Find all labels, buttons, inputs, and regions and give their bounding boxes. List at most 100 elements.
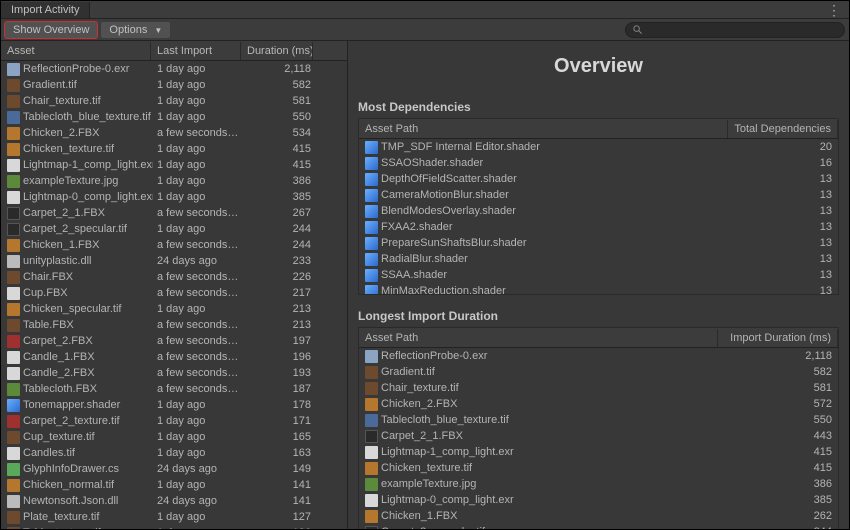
asset-name: ReflectionProbe-0.exr [23, 63, 129, 75]
asset-list-headers: Asset Last Import Duration (ms) [1, 41, 347, 61]
asset-name: Chicken_texture.tif [23, 143, 114, 155]
asset-name: Chicken_specular.tif [23, 303, 121, 315]
table-row[interactable]: Chicken_texture.tif1 day ago415 [1, 141, 347, 157]
duration: 193 [243, 366, 315, 380]
col-import-duration[interactable]: Import Duration (ms) [718, 329, 838, 347]
duration: 572 [730, 397, 838, 411]
asset-name: Chicken_1.FBX [23, 239, 99, 251]
asset-name: Cup_texture.tif [23, 431, 95, 443]
asset-icon [7, 447, 20, 460]
dep-count: 16 [740, 156, 838, 170]
table-row[interactable]: FXAA2.shader13 [359, 219, 838, 235]
asset-icon [365, 414, 378, 427]
dep-count: 13 [740, 284, 838, 294]
table-row[interactable]: Lightmap-0_comp_light.exr1 day ago385 [1, 189, 347, 205]
search-box[interactable] [625, 22, 845, 38]
asset-name: Table.FBX [23, 319, 74, 331]
table-row[interactable]: Chicken_normal.tif1 day ago141 [1, 477, 347, 493]
asset-icon [365, 462, 378, 475]
table-row[interactable]: CameraMotionBlur.shader13 [359, 187, 838, 203]
table-row[interactable]: ReflectionProbe-0.exr1 day ago2,118 [1, 61, 347, 77]
asset-icon [7, 63, 20, 76]
table-row[interactable]: Carpet_2_specular.tif244 [359, 524, 838, 529]
col-duration[interactable]: Duration (ms) [241, 42, 313, 60]
table-row[interactable]: Lightmap-0_comp_light.exr385 [359, 492, 838, 508]
asset-name: Tonemapper.shader [23, 399, 120, 411]
asset-icon [7, 319, 20, 332]
asset-name: Candles.tif [23, 447, 75, 459]
table-row[interactable]: Chicken_2.FBXa few seconds ago534 [1, 125, 347, 141]
table-row[interactable]: Carpet_2_1.FBXa few seconds ago267 [1, 205, 347, 221]
table-row[interactable]: Tablecloth.FBXa few seconds ago187 [1, 381, 347, 397]
show-overview-button[interactable]: Show Overview [5, 22, 97, 38]
table-row[interactable]: ReflectionProbe-0.exr2,118 [359, 348, 838, 364]
asset-name: FXAA2.shader [381, 221, 453, 233]
asset-name: Cup.FBX [23, 287, 68, 299]
duration: 415 [730, 461, 838, 475]
table-row[interactable]: exampleTexture.jpg1 day ago386 [1, 173, 347, 189]
last-import: 24 days ago [153, 254, 243, 268]
duration: 126 [243, 526, 315, 529]
table-row[interactable]: Candle_1.FBXa few seconds ago196 [1, 349, 347, 365]
asset-icon [365, 350, 378, 363]
table-row[interactable]: DepthOfFieldScatter.shader13 [359, 171, 838, 187]
table-row[interactable]: Chicken_1.FBX262 [359, 508, 838, 524]
table-row[interactable]: unityplastic.dll24 days ago233 [1, 253, 347, 269]
table-row[interactable]: Lightmap-1_comp_light.exr415 [359, 444, 838, 460]
asset-name: Carpet_2_1.FBX [381, 430, 463, 442]
col-last-import[interactable]: Last Import [151, 42, 241, 60]
table-row[interactable]: SSAOShader.shader16 [359, 155, 838, 171]
table-row[interactable]: Gradient.tif582 [359, 364, 838, 380]
table-row[interactable]: MinMaxReduction.shader13 [359, 283, 838, 294]
last-import: a few seconds ago [153, 366, 243, 380]
dep-count: 13 [740, 236, 838, 250]
col-asset-path[interactable]: Asset Path [359, 120, 728, 138]
table-row[interactable]: Chicken_texture.tif415 [359, 460, 838, 476]
last-import: 1 day ago [153, 78, 243, 92]
asset-name: Carpet_2.FBX [23, 335, 93, 347]
table-row[interactable]: Chair_texture.tif1 day ago581 [1, 93, 347, 109]
asset-name: Newtonsoft.Json.dll [23, 495, 118, 507]
table-row[interactable]: Carpet_2.FBXa few seconds ago197 [1, 333, 347, 349]
table-row[interactable]: PrepareSunShaftsBlur.shader13 [359, 235, 838, 251]
options-dropdown[interactable]: Options ▼ [101, 22, 170, 38]
table-row[interactable]: RadialBlur.shader13 [359, 251, 838, 267]
col-total-deps[interactable]: Total Dependencies [728, 120, 838, 138]
table-row[interactable]: Carpet_2_texture.tif1 day ago171 [1, 413, 347, 429]
table-row[interactable]: Chair.FBXa few seconds ago226 [1, 269, 347, 285]
window-title-tab[interactable]: Import Activity [1, 2, 90, 18]
table-row[interactable]: Carpet_2_specular.tif1 day ago244 [1, 221, 347, 237]
dep-count: 13 [740, 268, 838, 282]
last-import: a few seconds ago [153, 382, 243, 396]
duration: 415 [730, 445, 838, 459]
table-row[interactable]: Chicken_2.FBX572 [359, 396, 838, 412]
table-row[interactable]: Tablecloth_blue_texture.tif1 day ago550 [1, 109, 347, 125]
table-row[interactable]: Lightmap-1_comp_light.exr1 day ago415 [1, 157, 347, 173]
col-asset[interactable]: Asset [1, 42, 151, 60]
table-row[interactable]: Chicken_1.FBXa few seconds ago244 [1, 237, 347, 253]
table-row[interactable]: Candles.tif1 day ago163 [1, 445, 347, 461]
table-row[interactable]: TMP_SDF Internal Editor.shader20 [359, 139, 838, 155]
col-asset-path[interactable]: Asset Path [359, 329, 718, 347]
table-row[interactable]: Cup.FBXa few seconds ago217 [1, 285, 347, 301]
table-row[interactable]: exampleTexture.jpg386 [359, 476, 838, 492]
table-row[interactable]: Candle_2.FBXa few seconds ago193 [1, 365, 347, 381]
table-row[interactable]: Chicken_specular.tif1 day ago213 [1, 301, 347, 317]
table-row[interactable]: Cup_texture.tif1 day ago165 [1, 429, 347, 445]
table-row[interactable]: Carpet_2_1.FBX443 [359, 428, 838, 444]
table-row[interactable]: GlyphInfoDrawer.cs24 days ago149 [1, 461, 347, 477]
menu-icon[interactable]: ⋮ [819, 3, 849, 17]
asset-icon [7, 127, 20, 140]
table-row[interactable]: Tablecloth_blue_texture.tif550 [359, 412, 838, 428]
table-row[interactable]: Table_texture.tif1 day ago126 [1, 525, 347, 529]
table-row[interactable]: Chair_texture.tif581 [359, 380, 838, 396]
table-row[interactable]: SSAA.shader13 [359, 267, 838, 283]
table-row[interactable]: Plate_texture.tif1 day ago127 [1, 509, 347, 525]
table-row[interactable]: Tonemapper.shader1 day ago178 [1, 397, 347, 413]
search-input[interactable] [647, 24, 838, 36]
table-row[interactable]: Table.FBXa few seconds ago213 [1, 317, 347, 333]
last-import: 1 day ago [153, 446, 243, 460]
table-row[interactable]: Newtonsoft.Json.dll24 days ago141 [1, 493, 347, 509]
table-row[interactable]: Gradient.tif1 day ago582 [1, 77, 347, 93]
table-row[interactable]: BlendModesOverlay.shader13 [359, 203, 838, 219]
